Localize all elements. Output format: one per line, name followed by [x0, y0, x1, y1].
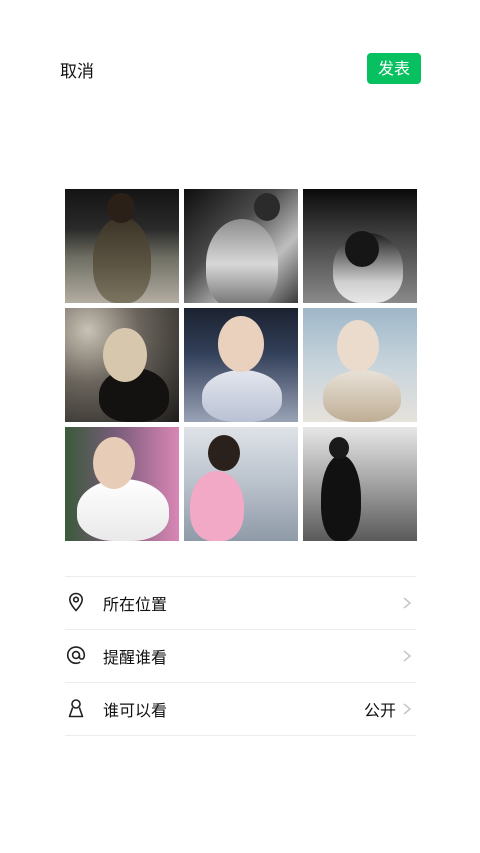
person-icon: [65, 697, 87, 719]
photo-grid: [65, 189, 417, 541]
photo-1[interactable]: [65, 189, 179, 303]
photo-4[interactable]: [65, 308, 179, 422]
photo-3[interactable]: [303, 189, 417, 303]
location-label: 所在位置: [103, 595, 168, 614]
visibility-value: 公开: [363, 701, 396, 720]
photo-7[interactable]: [65, 427, 179, 541]
publish-button[interactable]: 发表: [367, 53, 421, 84]
mention-label: 提醒谁看: [103, 648, 168, 667]
visibility-row[interactable]: 谁可以看 公开: [65, 683, 416, 736]
chevron-right-icon: [400, 648, 414, 662]
location-pin-icon: [65, 591, 87, 613]
cancel-button[interactable]: 取消: [60, 57, 94, 82]
visibility-label: 谁可以看: [103, 701, 168, 720]
options-list: 所在位置 提醒谁看 谁可以看 公开: [65, 576, 416, 736]
at-sign-icon: [65, 644, 87, 666]
photo-2[interactable]: [184, 189, 298, 303]
photo-6[interactable]: [303, 308, 417, 422]
location-row[interactable]: 所在位置: [65, 577, 416, 630]
chevron-right-icon: [400, 595, 414, 609]
photo-5[interactable]: [184, 308, 298, 422]
photo-9[interactable]: [303, 427, 417, 541]
top-bar: 取消 发表: [0, 0, 480, 140]
photo-8[interactable]: [184, 427, 298, 541]
chevron-right-icon: [400, 701, 414, 715]
mention-row[interactable]: 提醒谁看: [65, 630, 416, 683]
